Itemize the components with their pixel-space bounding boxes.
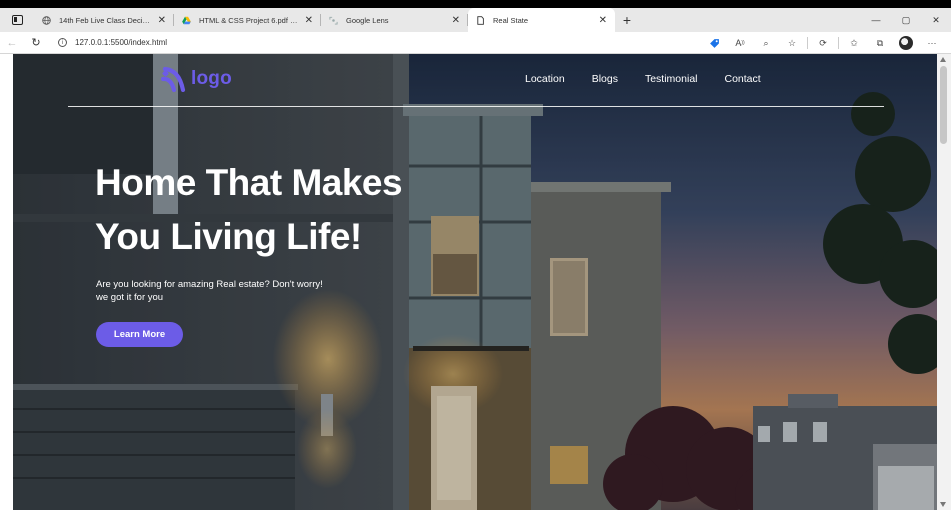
scroll-up-icon[interactable] bbox=[940, 57, 946, 62]
tab-label: Google Lens bbox=[346, 15, 389, 25]
hero-title: Home That Makes You Living Life! bbox=[95, 156, 403, 264]
favorite-add-icon[interactable]: ☆ bbox=[779, 32, 805, 54]
tab-pdf[interactable]: HTML & CSS Project 6.pdf - Goo ✕ bbox=[174, 8, 321, 32]
hero-title-line: You Living Life! bbox=[95, 216, 362, 257]
profile-icon[interactable] bbox=[893, 32, 919, 54]
bottom-edge bbox=[0, 510, 951, 520]
favorites-icon[interactable]: ✩ bbox=[841, 32, 867, 54]
nav-blogs[interactable]: Blogs bbox=[592, 73, 618, 85]
tab-bar: 14th Feb Live Class Decision and ✕ HTML … bbox=[0, 8, 951, 32]
browser-window: 14th Feb Live Class Decision and ✕ HTML … bbox=[0, 0, 951, 520]
toolbar-divider bbox=[807, 37, 808, 49]
hero-subtitle: Are you looking for amazing Real estate?… bbox=[96, 279, 323, 303]
page-icon bbox=[477, 15, 484, 25]
new-tab-icon[interactable]: + bbox=[615, 8, 639, 32]
tab-label: 14th Feb Live Class Decision and bbox=[59, 15, 152, 25]
nav-location[interactable]: Location bbox=[525, 73, 565, 85]
tab-label: HTML & CSS Project 6.pdf - Goo bbox=[199, 15, 299, 25]
scrollbar-thumb[interactable] bbox=[940, 66, 947, 144]
toolbar: A)) ⌕ ☆ ⟳ ✩ ⧉ ··· bbox=[701, 32, 945, 54]
refresh-icon[interactable]: ↻ bbox=[24, 32, 48, 54]
close-tab-icon[interactable]: ✕ bbox=[599, 15, 607, 26]
close-tab-icon[interactable]: ✕ bbox=[158, 15, 166, 26]
maximize-icon[interactable]: ▢ bbox=[891, 8, 921, 32]
nav-testimonial[interactable]: Testimonial bbox=[645, 73, 698, 85]
collections-icon[interactable]: ⧉ bbox=[867, 32, 893, 54]
logo-icon bbox=[161, 66, 186, 92]
globe-icon bbox=[42, 15, 51, 25]
close-tab-icon[interactable]: ✕ bbox=[305, 15, 313, 26]
hero-title-line: Home That Makes bbox=[95, 162, 403, 203]
close-icon[interactable]: ✕ bbox=[921, 8, 951, 32]
page-scrollbar[interactable] bbox=[937, 54, 951, 510]
logo-text: logo bbox=[191, 68, 232, 89]
info-icon[interactable]: i bbox=[58, 38, 67, 47]
window-controls: — ▢ ✕ bbox=[861, 8, 951, 32]
scroll-down-icon[interactable] bbox=[940, 502, 946, 507]
tab-live-class[interactable]: 14th Feb Live Class Decision and ✕ bbox=[34, 8, 174, 32]
tab-actions-icon[interactable] bbox=[0, 8, 34, 32]
address-bar: ← ↻ i 127.0.0.1:5500/index.html A)) ⌕ ☆ … bbox=[0, 32, 951, 54]
close-tab-icon[interactable]: ✕ bbox=[452, 15, 460, 26]
read-aloud-icon[interactable]: A)) bbox=[727, 32, 753, 54]
top-strip bbox=[0, 0, 951, 8]
site-header: logo Location Blogs Testimonial Contact bbox=[13, 54, 937, 108]
nav-contact[interactable]: Contact bbox=[725, 73, 761, 85]
tab-label: Real State bbox=[493, 15, 529, 25]
learn-more-button[interactable]: Learn More bbox=[96, 322, 183, 347]
toolbar-divider bbox=[838, 37, 839, 49]
tab-real-state[interactable]: Real State ✕ bbox=[468, 8, 615, 32]
zoom-icon[interactable]: ⌕ bbox=[753, 32, 779, 54]
site-logo[interactable]: logo bbox=[161, 66, 232, 92]
url-text: 127.0.0.1:5500/index.html bbox=[75, 38, 168, 47]
minimize-icon[interactable]: — bbox=[861, 8, 891, 32]
google-drive-icon bbox=[182, 16, 191, 24]
header-divider bbox=[68, 106, 884, 107]
main-nav: Location Blogs Testimonial Contact bbox=[525, 73, 788, 85]
url-field[interactable]: i 127.0.0.1:5500/index.html bbox=[54, 34, 694, 51]
more-icon[interactable]: ··· bbox=[919, 32, 945, 54]
page-viewport: logo Location Blogs Testimonial Contact … bbox=[13, 54, 937, 510]
extensions-icon[interactable]: ⟳ bbox=[810, 32, 836, 54]
tab-google-lens[interactable]: Google Lens ✕ bbox=[321, 8, 468, 32]
lens-icon bbox=[329, 16, 338, 25]
tag-icon[interactable] bbox=[701, 32, 727, 54]
back-icon[interactable]: ← bbox=[0, 32, 24, 54]
